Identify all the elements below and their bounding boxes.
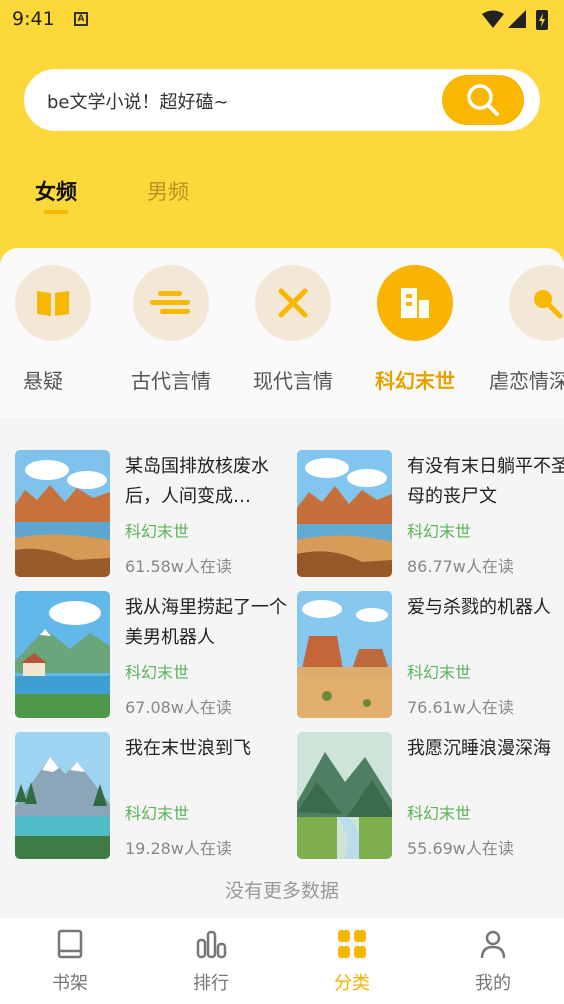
book-category: 科幻末世 [407,804,472,823]
tab-male[interactable]: 男频 [147,176,189,206]
book-title[interactable]: 某岛国排放核废水后，人间变成… [125,452,290,512]
category-icon-circle [509,265,564,341]
notification-badge: A [74,12,88,26]
category-icon-circle [15,265,91,341]
status-time: 9:41 [12,8,55,30]
book-cover[interactable] [297,591,392,718]
status-icons [480,9,552,35]
tab-label: 排行 [193,973,229,994]
search-button[interactable] [442,75,524,125]
tab-ranking[interactable]: 排行 [171,928,251,1004]
book-cover[interactable] [15,591,110,718]
tab-label: 分类 [334,973,370,994]
building-icon [401,288,429,318]
book-icon [37,291,69,316]
book-readers: 19.28w人在读 [125,839,232,858]
book-title[interactable]: 我从海里捞起了一个美男机器人 [125,593,290,653]
book-card[interactable]: 我从海里捞起了一个美男机器人 科幻末世 67.08w人在读 [15,591,295,719]
book-category: 科幻末世 [407,663,472,682]
book-category: 科幻末世 [407,522,472,541]
book-cover[interactable] [15,450,110,577]
bar-chart-icon [196,930,227,959]
magnifier-icon [534,290,563,319]
book-title[interactable]: 有没有末日躺平不圣母的丧尸文 [407,452,564,512]
book-readers: 55.69w人在读 [407,839,514,858]
book-category: 科幻末世 [125,804,190,823]
category-label: 虐恋情深 [489,369,564,393]
book-title[interactable]: 爱与杀戮的机器人 [407,593,564,623]
book-readers: 61.58w人在读 [125,557,232,576]
book-readers: 67.08w人在读 [125,698,232,717]
crossed-swords-icon [278,288,308,318]
person-icon [480,930,506,959]
category-label: 现代言情 [253,369,333,393]
tab-bookshelf[interactable]: 书架 [30,928,110,1004]
book-card[interactable]: 我在末世浪到飞 科幻末世 19.28w人在读 [15,732,295,860]
book-card[interactable]: 某岛国排放核废水后，人间变成… 科幻末世 61.58w人在读 [15,450,295,578]
category-panel: 悬疑 古代言情 现代言情 科幻末世 虐恋情深 某岛国排放核废水后，人间变成… 科… [0,248,564,1004]
book-card[interactable]: 有没有末日躺平不圣母的丧尸文 科幻末世 86.77w人在读 [297,450,564,578]
no-more-data: 没有更多数据 [224,880,339,902]
search-input[interactable]: be文学小说！超好磕~ [47,88,229,114]
tab-label: 我的 [475,973,511,994]
category-item-ancient-romance[interactable]: 古代言情 [116,265,226,420]
category-label: 科幻末世 [375,369,455,393]
search-icon [467,84,499,116]
category-label: 古代言情 [131,369,211,393]
book-title[interactable]: 我在末世浪到飞 [125,734,290,764]
search-bar[interactable]: be文学小说！超好磕~ [24,69,540,131]
book-cover[interactable] [15,732,110,859]
category-item-modern-romance[interactable]: 现代言情 [238,265,348,420]
book-category: 科幻末世 [125,522,190,541]
tab-profile[interactable]: 我的 [453,928,533,1004]
book-readers: 76.61w人在读 [407,698,514,717]
active-tab-indicator [44,210,68,214]
category-item-tragic-romance[interactable]: 虐恋情深 [489,265,564,420]
cloud-icon [150,291,190,314]
category-strip[interactable]: 悬疑 古代言情 现代言情 科幻末世 虐恋情深 [0,248,564,418]
category-item-suspense[interactable]: 悬疑 [0,265,108,420]
category-icon-circle [377,265,453,341]
status-bar: 9:41 A [0,0,564,38]
book-cover[interactable] [297,732,392,859]
signal-icon [508,10,526,28]
tab-female[interactable]: 女频 [35,176,77,206]
book-card[interactable]: 爱与杀戮的机器人 科幻末世 76.61w人在读 [297,591,564,719]
book-cover[interactable] [297,450,392,577]
tab-category[interactable]: 分类 [312,928,392,1004]
book-readers: 86.77w人在读 [407,557,514,576]
category-label: 悬疑 [23,369,63,393]
category-icon-circle [133,265,209,341]
category-icon-circle [255,265,331,341]
tab-label: 书架 [52,973,88,994]
wifi-icon [482,10,504,28]
book-title[interactable]: 我愿沉睡浪漫深海 [407,734,564,764]
book-card[interactable]: 我愿沉睡浪漫深海 科幻末世 55.69w人在读 [297,732,564,860]
category-item-scifi-apocalypse[interactable]: 科幻末世 [360,265,470,420]
bottom-tab-bar: 书架 排行 分类 我的 [0,918,564,1004]
book-icon [57,929,83,959]
book-category: 科幻末世 [125,663,190,682]
grid-icon [338,930,366,958]
